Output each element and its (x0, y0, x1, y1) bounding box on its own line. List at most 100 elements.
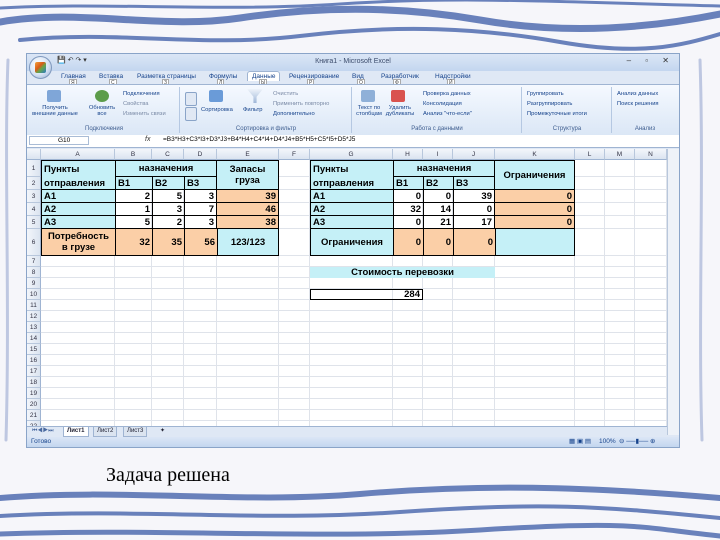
subtotal-button[interactable]: Промежуточные итоги (527, 111, 587, 117)
table1-cost-cell[interactable]: 3 (184, 216, 217, 229)
column-header[interactable]: K (495, 149, 575, 160)
table2-plan-cell[interactable]: 0 (453, 203, 495, 216)
table1-cost-cell[interactable]: 2 (115, 190, 152, 203)
table1-header-destinations[interactable]: назначения (115, 160, 217, 177)
table1-row-label[interactable]: А3 (41, 216, 115, 229)
table2-plan-cell[interactable]: 39 (453, 190, 495, 203)
table1-cost-cell[interactable]: 3 (184, 190, 217, 203)
table2-limits-label[interactable]: Ограничения (310, 229, 393, 256)
sort-az-icon[interactable] (185, 92, 197, 106)
table1-demand-label[interactable]: Потребность в грузе (41, 229, 115, 256)
column-header[interactable]: C (152, 149, 184, 160)
row-header[interactable]: 20 (27, 399, 41, 410)
group-button[interactable]: Группировать (527, 91, 564, 97)
column-header[interactable]: L (575, 149, 605, 160)
row-header[interactable]: 5 (27, 216, 41, 229)
table1-header-supply[interactable]: Запасы груза (217, 160, 279, 190)
advanced-filter-button[interactable]: Дополнительно (273, 111, 315, 117)
table2-plan-cell[interactable]: 0 (423, 190, 453, 203)
table1-cost-cell[interactable]: 2 (152, 216, 184, 229)
table2-col-b3[interactable]: В3 (453, 177, 495, 190)
row-header[interactable]: 6 (27, 229, 41, 256)
row-header[interactable]: 11 (27, 300, 41, 311)
column-header[interactable]: N (635, 149, 667, 160)
table1-col-b3[interactable]: В3 (184, 177, 217, 190)
table2-header-limits[interactable]: Ограничения (495, 160, 575, 190)
table1-supply-cell[interactable]: 39 (217, 190, 279, 203)
column-header[interactable]: D (184, 149, 217, 160)
table2-limit-cell[interactable]: 0 (495, 190, 575, 203)
connections-button[interactable]: Подключения (123, 91, 160, 97)
table1-row-label[interactable]: А1 (41, 190, 115, 203)
name-box[interactable]: G10 (29, 136, 89, 145)
text-to-columns-button[interactable]: Текст по столбцам (355, 105, 383, 117)
select-all-corner[interactable] (27, 149, 41, 160)
table2-header-origin[interactable]: отправления (310, 177, 393, 190)
row-header[interactable]: 12 (27, 311, 41, 322)
table2-row-label[interactable]: А3 (310, 216, 393, 229)
table2-plan-cell[interactable]: 14 (423, 203, 453, 216)
table1-row-label[interactable]: А2 (41, 203, 115, 216)
reapply-button[interactable]: Применить повторно (273, 101, 329, 107)
worksheet-grid[interactable]: A B C D E F G H I J K L M N 1 2 3 4 5 6 7 8 9 10 11 12 13 14 15 16 17 1… (27, 149, 667, 443)
refresh-all-button[interactable]: Обновить все (87, 105, 117, 117)
table2-plan-cell[interactable]: 32 (393, 203, 423, 216)
cost-value-cell[interactable]: 284 (310, 289, 423, 300)
table2-row-label[interactable]: А2 (310, 203, 393, 216)
table2-limit-cell[interactable]: 0 (393, 229, 423, 256)
table1-cost-cell[interactable]: 1 (115, 203, 152, 216)
row-header[interactable]: 10 (27, 289, 41, 300)
remove-duplicates-button[interactable]: Удалить дубликаты (385, 105, 415, 117)
cost-label[interactable]: Стоимость перевозки (310, 267, 495, 278)
edit-links-button[interactable]: Изменить связи (123, 111, 166, 117)
sheet-nav-icon[interactable]: ⏮◀▶⏭ (29, 427, 57, 436)
insert-sheet-icon[interactable]: ✦ (157, 427, 168, 436)
table2-row-label[interactable]: А1 (310, 190, 393, 203)
row-header[interactable]: 2 (27, 177, 41, 190)
column-header[interactable]: G (310, 149, 393, 160)
vertical-scrollbar[interactable] (667, 149, 679, 435)
table1-supply-cell[interactable]: 46 (217, 203, 279, 216)
table1-supply-cell[interactable]: 38 (217, 216, 279, 229)
table1-header-origin[interactable]: отправления (41, 177, 115, 190)
row-header[interactable]: 17 (27, 366, 41, 377)
table1-demand-cell[interactable]: 32 (115, 229, 152, 256)
table2-plan-cell[interactable]: 0 (393, 190, 423, 203)
row-header[interactable]: 21 (27, 410, 41, 421)
consolidate-button[interactable]: Консолидация (423, 101, 462, 107)
zoom-slider[interactable]: ⊖ ──▮── ⊕ (619, 437, 656, 447)
view-buttons[interactable]: ▦ ▣ ▤ (569, 437, 591, 447)
data-analysis-button[interactable]: Анализ данных (617, 91, 658, 97)
table1-cost-cell[interactable]: 7 (184, 203, 217, 216)
table1-total-cell[interactable]: 123/123 (217, 229, 279, 256)
row-header[interactable]: 8 (27, 267, 41, 278)
column-header[interactable]: E (217, 149, 279, 160)
sort-button[interactable]: Сортировка (201, 107, 233, 113)
table2-plan-cell[interactable]: 21 (423, 216, 453, 229)
column-header[interactable]: H (393, 149, 423, 160)
row-header[interactable]: 4 (27, 203, 41, 216)
table1-col-b2[interactable]: В2 (152, 177, 184, 190)
column-header[interactable]: M (605, 149, 635, 160)
solver-button[interactable]: Поиск решения (617, 101, 659, 107)
row-header[interactable]: 14 (27, 333, 41, 344)
sheet-tab-2[interactable]: Лист2 (93, 427, 118, 437)
row-header[interactable]: 16 (27, 355, 41, 366)
table1-cost-cell[interactable]: 5 (115, 216, 152, 229)
formula-input[interactable]: =B3*H3+C3*I3+D3*J3+B4*H4+C4*I4+D4*J4+B5*… (163, 136, 355, 143)
column-header[interactable]: F (279, 149, 310, 160)
column-header[interactable]: J (453, 149, 495, 160)
table2-header-points[interactable]: Пункты (310, 160, 393, 177)
column-header[interactable]: I (423, 149, 453, 160)
table2-limit-cell[interactable]: 0 (423, 229, 453, 256)
table1-header-points[interactable]: Пункты (41, 160, 115, 177)
table2-col-b2[interactable]: В2 (423, 177, 453, 190)
what-if-button[interactable]: Анализ "что-если" (423, 111, 472, 117)
table1-cost-cell[interactable]: 5 (152, 190, 184, 203)
row-header[interactable]: 15 (27, 344, 41, 355)
clear-button[interactable]: Очистить (273, 91, 298, 97)
row-header[interactable]: 13 (27, 322, 41, 333)
sheet-tab-1[interactable]: Лист1 (63, 427, 89, 437)
window-controls[interactable]: – ▫ ✕ (627, 56, 675, 65)
row-header[interactable]: 3 (27, 190, 41, 203)
